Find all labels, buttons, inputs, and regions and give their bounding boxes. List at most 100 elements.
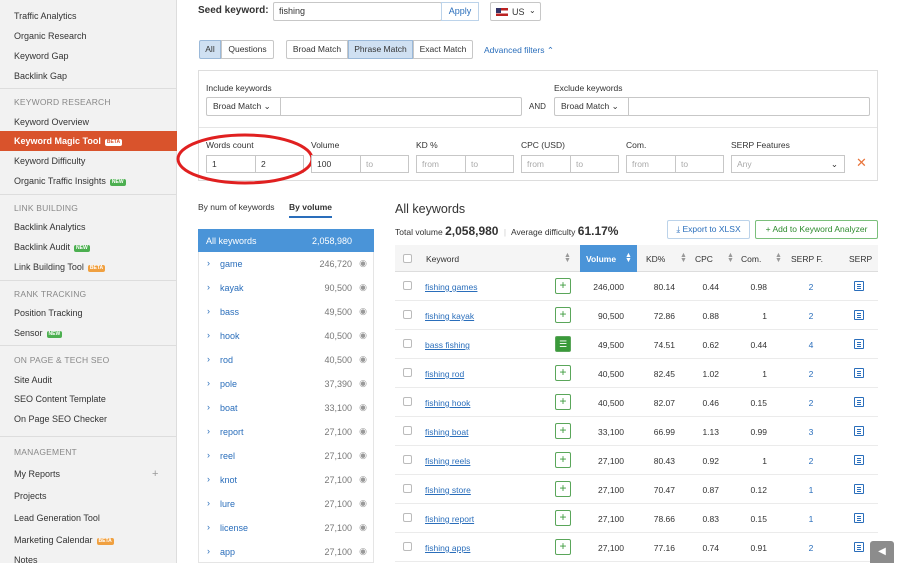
- keyword-link[interactable]: fishing reels: [425, 456, 470, 466]
- keyword-link[interactable]: fishing apps: [425, 543, 470, 553]
- serp-snapshot-icon[interactable]: [854, 339, 864, 349]
- row-checkbox[interactable]: [403, 455, 412, 464]
- add-keyword-icon[interactable]: +: [555, 452, 571, 468]
- sidebar-item-keyword-magic-tool[interactable]: Keyword Magic Tool BETA: [0, 131, 177, 151]
- row-checkbox[interactable]: [403, 368, 412, 377]
- volume-from-input[interactable]: 100: [311, 155, 361, 173]
- eye-icon[interactable]: ◉: [359, 426, 367, 437]
- clear-filters-icon[interactable]: ✕: [856, 155, 867, 171]
- sidebar-item-backlink-analytics[interactable]: Backlink Analytics: [14, 222, 86, 232]
- apply-button[interactable]: Apply: [441, 2, 479, 21]
- group-item[interactable]: › reel 27,100 ◉: [198, 445, 374, 469]
- group-item[interactable]: › hook 40,500 ◉: [198, 325, 374, 349]
- sidebar-item-site-audit[interactable]: Site Audit: [14, 375, 52, 385]
- serp-features-count[interactable]: 2: [806, 456, 816, 466]
- tab-broad-match[interactable]: Broad Match: [286, 40, 348, 59]
- cpc-from-input[interactable]: from: [521, 155, 571, 173]
- serp-features-count[interactable]: 4: [806, 340, 816, 350]
- sidebar-item-sensor[interactable]: Sensor NEW: [14, 328, 63, 338]
- row-checkbox[interactable]: [403, 484, 412, 493]
- keyword-link[interactable]: fishing games: [425, 282, 477, 292]
- sort-icon[interactable]: ▲ ▼: [564, 252, 571, 264]
- serp-features-count[interactable]: 3: [806, 427, 816, 437]
- sidebar-item-traffic-analytics[interactable]: Traffic Analytics: [14, 11, 77, 21]
- tab-by-volume[interactable]: By volume: [289, 202, 332, 218]
- eye-icon[interactable]: ◉: [359, 450, 367, 461]
- com-to-input[interactable]: to: [675, 155, 724, 173]
- sidebar-item-seo-content-template[interactable]: SEO Content Template: [14, 394, 106, 404]
- add-keyword-icon[interactable]: +: [555, 423, 571, 439]
- add-report-icon[interactable]: +: [152, 468, 158, 480]
- serp-snapshot-icon[interactable]: [854, 542, 864, 552]
- sort-icon[interactable]: ▲ ▼: [775, 252, 782, 264]
- eye-icon[interactable]: ◉: [359, 498, 367, 509]
- add-keyword-icon[interactable]: +: [555, 394, 571, 410]
- seed-keyword-input[interactable]: fishing: [273, 2, 442, 21]
- serp-features-count[interactable]: 2: [806, 398, 816, 408]
- tab-exact-match[interactable]: Exact Match: [413, 40, 473, 59]
- col-serp-features[interactable]: SERP F.: [791, 246, 823, 272]
- keyword-link[interactable]: fishing rod: [425, 369, 464, 379]
- group-item[interactable]: › lure 27,100 ◉: [198, 493, 374, 517]
- group-item[interactable]: › kayak 90,500 ◉: [198, 277, 374, 301]
- include-match-select[interactable]: Broad Match ⌄: [207, 98, 281, 115]
- sidebar-item-projects[interactable]: Projects: [14, 491, 47, 501]
- chevron-right-icon[interactable]: ›: [207, 378, 210, 388]
- serp-features-count[interactable]: 2: [806, 282, 816, 292]
- chevron-right-icon[interactable]: ›: [207, 354, 210, 364]
- group-item[interactable]: › knot 27,100 ◉: [198, 469, 374, 493]
- eye-icon[interactable]: ◉: [359, 258, 367, 269]
- group-item[interactable]: › game 246,720 ◉: [198, 253, 374, 277]
- row-checkbox[interactable]: [403, 281, 412, 290]
- serp-snapshot-icon[interactable]: [854, 397, 864, 407]
- col-kd[interactable]: KD%: [646, 246, 665, 272]
- serp-snapshot-icon[interactable]: [854, 455, 864, 465]
- row-checkbox[interactable]: [403, 542, 412, 551]
- eye-icon[interactable]: ◉: [359, 306, 367, 317]
- add-keyword-icon[interactable]: +: [555, 278, 571, 294]
- sort-icon[interactable]: ▲ ▼: [625, 252, 632, 264]
- add-keyword-icon[interactable]: +: [555, 307, 571, 323]
- advanced-filters-toggle[interactable]: Advanced filters ⌃: [484, 45, 554, 56]
- row-checkbox[interactable]: [403, 397, 412, 406]
- add-keyword-icon[interactable]: +: [555, 481, 571, 497]
- sidebar-item-organic-research[interactable]: Organic Research: [14, 31, 87, 41]
- sort-icon[interactable]: ▲ ▼: [727, 252, 734, 264]
- tab-phrase-match[interactable]: Phrase Match: [348, 40, 413, 59]
- eye-icon[interactable]: ◉: [359, 402, 367, 413]
- eye-icon[interactable]: ◉: [359, 474, 367, 485]
- row-checkbox[interactable]: [403, 513, 412, 522]
- kd-from-input[interactable]: from: [416, 155, 466, 173]
- group-item[interactable]: › app 27,100 ◉: [198, 541, 374, 565]
- sidebar-item-my-reports[interactable]: My Reports: [14, 469, 60, 479]
- serp-features-count[interactable]: 1: [806, 514, 816, 524]
- serp-snapshot-icon[interactable]: [854, 368, 864, 378]
- serp-features-select[interactable]: Any ⌄: [731, 155, 845, 173]
- chevron-right-icon[interactable]: ›: [207, 330, 210, 340]
- keyword-link[interactable]: fishing hook: [425, 398, 470, 408]
- keyword-link[interactable]: fishing report: [425, 514, 474, 524]
- eye-icon[interactable]: ◉: [359, 378, 367, 389]
- group-item[interactable]: › boat 33,100 ◉: [198, 397, 374, 421]
- col-com[interactable]: Com.: [741, 246, 761, 272]
- keyword-link[interactable]: fishing kayak: [425, 311, 474, 321]
- add-keyword-icon[interactable]: +: [555, 365, 571, 381]
- sidebar-item-marketing-calendar[interactable]: Marketing Calendar BETA: [14, 535, 114, 545]
- eye-icon[interactable]: ◉: [359, 354, 367, 365]
- chevron-right-icon[interactable]: ›: [207, 426, 210, 436]
- add-keyword-icon[interactable]: +: [555, 539, 571, 555]
- select-all-checkbox[interactable]: [403, 254, 412, 263]
- sidebar-item-position-tracking[interactable]: Position Tracking: [14, 308, 83, 318]
- tab-by-num-keywords[interactable]: By num of keywords: [198, 202, 275, 212]
- group-item[interactable]: › rod 40,500 ◉: [198, 349, 374, 373]
- eye-icon[interactable]: ◉: [359, 282, 367, 293]
- serp-snapshot-icon[interactable]: [854, 484, 864, 494]
- export-xlsx-button[interactable]: ⤓ Export to XLSX: [667, 220, 750, 239]
- chevron-right-icon[interactable]: ›: [207, 258, 210, 268]
- sidebar-item-notes[interactable]: Notes: [14, 555, 38, 565]
- row-checkbox[interactable]: [403, 339, 412, 348]
- chevron-right-icon[interactable]: ›: [207, 474, 210, 484]
- chevron-right-icon[interactable]: ›: [207, 402, 210, 412]
- chevron-right-icon[interactable]: ›: [207, 306, 210, 316]
- group-item[interactable]: › report 27,100 ◉: [198, 421, 374, 445]
